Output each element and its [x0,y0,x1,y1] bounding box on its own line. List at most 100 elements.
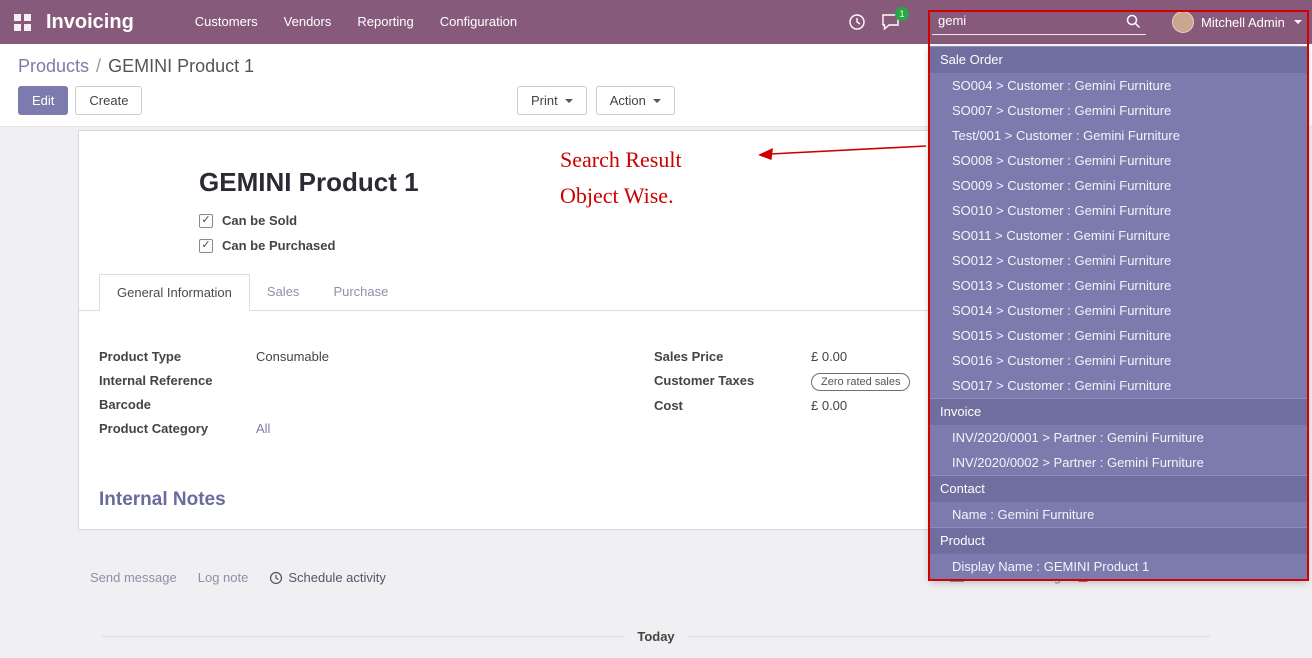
search-result-item[interactable]: INV/2020/0002 > Partner : Gemini Furnitu… [930,450,1307,475]
invoice-results: INV/2020/0001 > Partner : Gemini Furnitu… [930,425,1307,475]
can-be-purchased-checkbox[interactable] [199,239,213,253]
field-sales-price: Sales Price £ 0.00 [654,349,910,366]
search-result-item[interactable]: Name : Gemini Furniture [930,502,1307,527]
field-value: Consumable [256,349,329,364]
search-icon[interactable] [1125,13,1141,34]
group-header-product: Product [930,527,1307,554]
page: Invoicing Customers Vendors Reporting Co… [0,0,1312,658]
messages-badge: 1 [895,7,909,21]
menu-customers[interactable]: Customers [182,0,271,44]
field-product-category: Product Category All [99,421,554,438]
search-result-item[interactable]: SO009 > Customer : Gemini Furniture [930,173,1307,198]
group-product: Product Display Name : GEMINI Product 1 [930,527,1307,579]
field-customer-taxes: Customer Taxes Zero rated sales [654,373,910,391]
group-invoice: Invoice INV/2020/0001 > Partner : Gemini… [930,398,1307,475]
group-header-sale-order: Sale Order [930,46,1307,73]
can-be-purchased-label: Can be Purchased [222,238,335,253]
print-button-label: Print [531,93,558,108]
schedule-activity-button[interactable]: Schedule activity [269,570,386,585]
tab-general-information[interactable]: General Information [99,274,250,311]
sale-order-results: SO004 > Customer : Gemini FurnitureSO007… [930,73,1307,398]
field-label: Product Type [99,349,256,364]
product-results: Display Name : GEMINI Product 1 [930,554,1307,579]
search-result-item[interactable]: SO015 > Customer : Gemini Furniture [930,323,1307,348]
menu-configuration[interactable]: Configuration [427,0,530,44]
search-results-dropdown: Sale Order SO004 > Customer : Gemini Fur… [930,46,1307,579]
field-value: £ 0.00 [811,349,847,364]
main-menu: Customers Vendors Reporting Configuratio… [182,0,530,44]
contact-results: Name : Gemini Furniture [930,502,1307,527]
messages-button[interactable]: 1 [874,0,908,44]
caret-down-icon [1294,20,1302,24]
today-label: Today [637,629,674,644]
tab-purchase[interactable]: Purchase [316,274,405,310]
product-category-link[interactable]: All [256,421,270,436]
can-be-sold-checkbox[interactable] [199,214,213,228]
divider-line [687,636,1210,637]
field-label: Customer Taxes [654,373,811,388]
field-barcode: Barcode [99,397,554,414]
can-be-sold-label: Can be Sold [222,213,297,228]
avatar [1172,11,1194,33]
action-button[interactable]: Action [596,86,675,115]
search-input[interactable] [932,7,1146,35]
user-menu[interactable]: Mitchell Admin [1172,0,1302,44]
clock-icon [848,13,866,31]
caret-down-icon [653,99,661,103]
create-button[interactable]: Create [75,86,142,115]
search-result-item[interactable]: INV/2020/0001 > Partner : Gemini Furnitu… [930,425,1307,450]
search-result-item[interactable]: Display Name : GEMINI Product 1 [930,554,1307,579]
breadcrumb-products-link[interactable]: Products [18,56,89,76]
field-internal-reference: Internal Reference [99,373,554,390]
search-result-item[interactable]: SO007 > Customer : Gemini Furniture [930,98,1307,123]
log-note-button[interactable]: Log note [198,570,249,585]
top-navbar: Invoicing Customers Vendors Reporting Co… [0,0,1312,44]
search-result-item[interactable]: SO014 > Customer : Gemini Furniture [930,298,1307,323]
send-message-button[interactable]: Send message [90,570,177,585]
left-field-column: Product Type Consumable Internal Referen… [99,349,554,445]
field-label: Product Category [99,421,256,436]
search-result-item[interactable]: SO016 > Customer : Gemini Furniture [930,348,1307,373]
search-result-item[interactable]: SO017 > Customer : Gemini Furniture [930,373,1307,398]
schedule-activity-label: Schedule activity [288,570,386,585]
field-cost: Cost £ 0.00 [654,398,910,415]
field-label: Sales Price [654,349,811,364]
customer-taxes-tag[interactable]: Zero rated sales [811,373,910,391]
search-result-item[interactable]: SO004 > Customer : Gemini Furniture [930,73,1307,98]
field-label: Internal Reference [99,373,256,388]
search-result-item[interactable]: SO012 > Customer : Gemini Furniture [930,248,1307,273]
search-result-item[interactable]: Test/001 > Customer : Gemini Furniture [930,123,1307,148]
annotation-text-line1: Search Result [560,147,682,173]
center-buttons: Print Action [517,86,675,115]
action-button-label: Action [610,93,646,108]
navbar-search [932,7,1146,37]
activities-button[interactable] [842,0,872,44]
caret-down-icon [565,99,573,103]
app-name[interactable]: Invoicing [46,11,134,34]
apps-menu-button[interactable] [0,0,44,44]
search-result-item[interactable]: SO008 > Customer : Gemini Furniture [930,148,1307,173]
user-name: Mitchell Admin [1201,15,1285,30]
menu-vendors[interactable]: Vendors [271,0,345,44]
menu-reporting[interactable]: Reporting [344,0,426,44]
right-field-column: Sales Price £ 0.00 Customer Taxes Zero r… [654,349,910,445]
today-divider: Today [90,629,1222,644]
field-label: Barcode [99,397,256,412]
group-sale-order: Sale Order SO004 > Customer : Gemini Fur… [930,46,1307,398]
annotation-arrow [756,140,930,164]
search-result-item[interactable]: SO011 > Customer : Gemini Furniture [930,223,1307,248]
tab-sales[interactable]: Sales [250,274,317,310]
edit-button[interactable]: Edit [18,86,68,115]
chatter: Send message Log note Schedule activity … [78,570,1234,644]
search-result-item[interactable]: SO013 > Customer : Gemini Furniture [930,273,1307,298]
apps-grid-icon [14,14,31,31]
search-result-item[interactable]: SO010 > Customer : Gemini Furniture [930,198,1307,223]
group-header-invoice: Invoice [930,398,1307,425]
breadcrumb-separator: / [96,56,101,76]
field-label: Cost [654,398,811,413]
print-button[interactable]: Print [517,86,587,115]
group-contact: Contact Name : Gemini Furniture [930,475,1307,527]
clock-icon [269,571,283,585]
divider-line [102,636,625,637]
breadcrumb-current: GEMINI Product 1 [108,56,254,76]
